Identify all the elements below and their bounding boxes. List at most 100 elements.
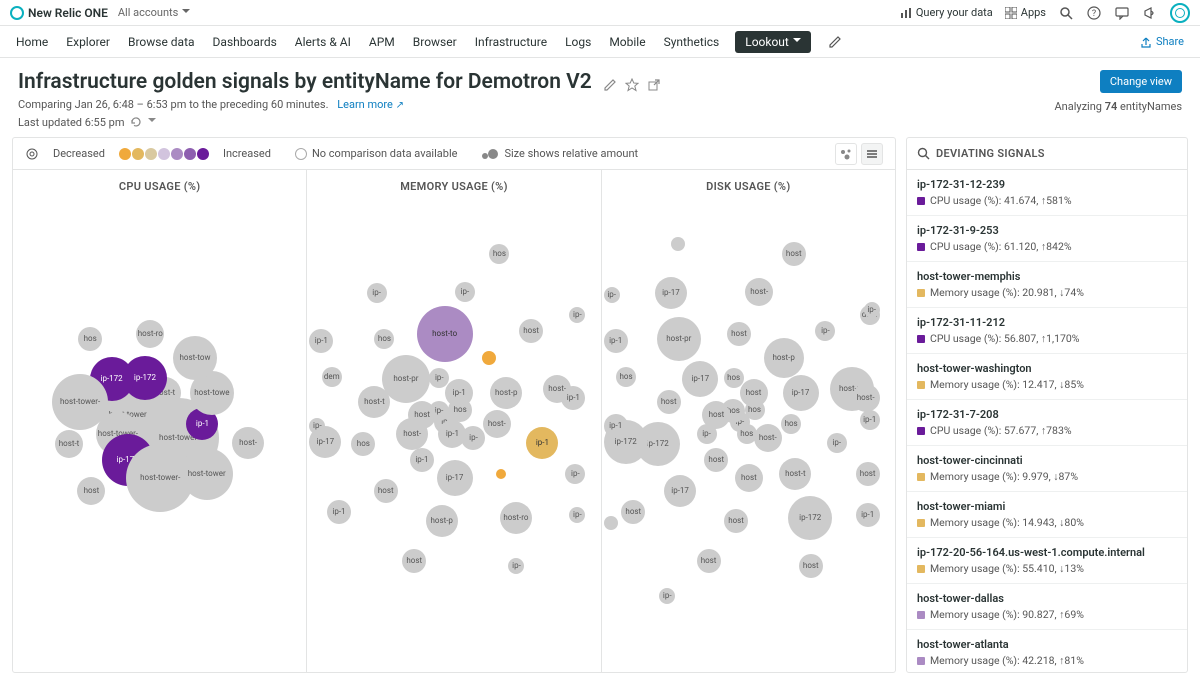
bubble-entity[interactable]: ip-1 xyxy=(327,500,351,524)
list-view-button[interactable] xyxy=(861,143,883,165)
search-icon[interactable] xyxy=(917,147,930,160)
bubble-entity[interactable]: host-ro xyxy=(136,320,164,348)
announce-icon[interactable] xyxy=(1142,5,1158,21)
bubble-entity[interactable]: host-ro xyxy=(500,502,532,534)
bubble-entity[interactable]: host- xyxy=(396,418,428,450)
bubble-entity[interactable]: hos xyxy=(351,432,375,456)
bubble-entity[interactable]: ip-17 xyxy=(655,277,687,309)
bubble-entity[interactable]: ip-1 xyxy=(410,448,434,472)
bubble-entity[interactable]: host xyxy=(77,477,105,505)
bubble-entity[interactable]: hos xyxy=(374,329,394,349)
brand-logo[interactable]: New Relic ONE xyxy=(10,6,108,20)
query-data-link[interactable]: Query your data xyxy=(900,6,993,19)
bubble-entity[interactable]: ip- xyxy=(659,588,675,604)
bubble-entity[interactable]: host xyxy=(782,242,806,266)
bubble-entity[interactable] xyxy=(604,516,618,530)
nav-lookout-active[interactable]: Lookout xyxy=(735,31,811,53)
bubble-entity[interactable]: host-p xyxy=(490,377,522,409)
bubble-entity[interactable]: host-tower xyxy=(181,448,233,500)
bubble-entity[interactable]: host-p xyxy=(764,338,804,378)
bubble-entity[interactable]: host xyxy=(740,379,768,407)
bubble-entity[interactable]: ip-1 xyxy=(604,329,628,353)
share-button[interactable]: Share xyxy=(1140,35,1184,48)
bubble-entity[interactable]: dem xyxy=(322,367,342,387)
bubble-entity[interactable]: host xyxy=(374,479,398,503)
nav-item-apm[interactable]: APM xyxy=(369,35,395,49)
nav-item-dashboards[interactable]: Dashboards xyxy=(213,35,277,49)
bubble-entity[interactable]: host xyxy=(724,509,748,533)
bubble-entity[interactable] xyxy=(482,351,496,365)
settings-icon[interactable] xyxy=(25,147,39,161)
bubble-entity[interactable]: host xyxy=(727,322,751,346)
signal-row[interactable]: ip-172-20-56-164.us-west-1.compute.inter… xyxy=(907,538,1187,584)
bubble-chart[interactable]: ip-ip-hos ip-1 host ip-1 ip-host-ip-host-ip-… xyxy=(307,197,600,672)
bubble-entity[interactable]: ip-1 xyxy=(309,329,333,353)
bubble-entity[interactable]: hos xyxy=(489,244,509,264)
bubble-entity[interactable]: ip- xyxy=(604,287,620,303)
bubble-entity[interactable]: host-t xyxy=(55,430,83,458)
nav-item-alerts-ai[interactable]: Alerts & AI xyxy=(295,35,351,49)
learn-more-link[interactable]: Learn more xyxy=(337,98,404,111)
signal-row[interactable]: ip-172-31-12-239CPU usage (%): 41.674, ↑… xyxy=(907,170,1187,216)
bubble-entity[interactable]: ip- xyxy=(508,558,524,574)
bubble-entity[interactable]: ip- xyxy=(455,282,475,302)
bubble-entity[interactable]: ip-1 xyxy=(561,386,585,410)
bubble-entity[interactable]: ip- xyxy=(864,302,880,318)
signal-row[interactable]: ip-172-31-9-253CPU usage (%): 61.120, ↑8… xyxy=(907,216,1187,262)
bubble-chart[interactable]: host-towhosthosthost-rohost-towerhost-th… xyxy=(13,197,306,672)
signal-row[interactable]: host-tower-memphisMemory usage (%): 20.9… xyxy=(907,262,1187,308)
bubble-entity[interactable]: ip- xyxy=(569,507,585,523)
bubble-entity[interactable]: ip-172 xyxy=(788,496,832,540)
bubble-entity[interactable]: hos xyxy=(616,367,636,387)
bubble-entity[interactable]: host-t xyxy=(358,386,390,418)
bubble-entity[interactable] xyxy=(671,237,685,251)
nav-item-infrastructure[interactable]: Infrastructure xyxy=(475,35,547,49)
bubble-entity[interactable]: ip- xyxy=(815,321,835,341)
refresh-icon[interactable] xyxy=(130,116,142,128)
nav-item-synthetics[interactable]: Synthetics xyxy=(664,35,720,49)
nav-item-home[interactable]: Home xyxy=(16,35,48,49)
bubble-entity[interactable]: host- xyxy=(754,424,782,452)
signal-row[interactable]: host-tower-cincinnatiMemory usage (%): 9… xyxy=(907,446,1187,492)
bubble-entity[interactable]: host- xyxy=(232,427,264,459)
bubble-entity[interactable]: ip- xyxy=(461,426,485,450)
signal-row[interactable]: ip-172-31-11-212CPU usage (%): 56.807, ↑… xyxy=(907,308,1187,354)
chevron-down-icon[interactable] xyxy=(148,115,156,129)
nav-item-browser[interactable]: Browser xyxy=(413,35,457,49)
bubble-entity[interactable]: host xyxy=(402,549,426,573)
bubble-entity[interactable]: host- xyxy=(483,410,511,438)
bubble-view-button[interactable] xyxy=(835,143,857,165)
bubble-entity[interactable]: ip-1 xyxy=(445,379,473,407)
favorite-icon[interactable] xyxy=(625,78,639,92)
signal-row[interactable]: ip-172-31-7-208CPU usage (%): 57.677, ↑7… xyxy=(907,400,1187,446)
signal-row[interactable]: host-tower-washingtonMemory usage (%): 1… xyxy=(907,354,1187,400)
bubble-entity[interactable]: host xyxy=(519,319,543,343)
bubble-entity[interactable]: ip-1 xyxy=(860,410,880,430)
bubble-entity[interactable]: ip-1 xyxy=(604,414,628,438)
edit-nav-icon[interactable] xyxy=(827,34,843,50)
bubble-chart[interactable]: ip-hoshoshoshosthosthost-ip-hoshoshostip… xyxy=(602,197,895,672)
nav-item-explorer[interactable]: Explorer xyxy=(66,35,110,49)
user-avatar[interactable] xyxy=(1170,3,1190,23)
bubble-entity[interactable]: hos xyxy=(781,414,801,434)
bubble-entity[interactable]: host- xyxy=(852,384,880,412)
signal-row[interactable]: host-tower-atlantaMemory usage (%): 42.2… xyxy=(907,630,1187,672)
edit-title-icon[interactable] xyxy=(603,78,617,92)
bubble-entity[interactable]: host-to xyxy=(417,306,473,362)
signals-list[interactable]: ip-172-31-12-239CPU usage (%): 41.674, ↑… xyxy=(907,170,1187,672)
signal-row[interactable]: host-tower-miamiMemory usage (%): 14.943… xyxy=(907,492,1187,538)
bubble-entity[interactable]: hos xyxy=(78,327,102,351)
bubble-entity[interactable]: ip- xyxy=(565,464,585,484)
apps-link[interactable]: Apps xyxy=(1005,6,1046,19)
bubble-entity[interactable]: ip- xyxy=(367,283,387,303)
search-icon[interactable] xyxy=(1058,5,1074,21)
bubble-entity[interactable]: ip- xyxy=(697,424,717,444)
bubble-entity[interactable]: ip-1 xyxy=(856,503,880,527)
bubble-entity[interactable]: host xyxy=(856,462,880,486)
feedback-icon[interactable] xyxy=(1114,5,1130,21)
help-icon[interactable]: ? xyxy=(1086,5,1102,21)
bubble-entity[interactable]: host-pr xyxy=(657,317,701,361)
bubble-entity[interactable]: host xyxy=(621,500,645,524)
change-view-button[interactable]: Change view xyxy=(1100,70,1182,93)
bubble-entity[interactable]: host xyxy=(697,549,721,573)
